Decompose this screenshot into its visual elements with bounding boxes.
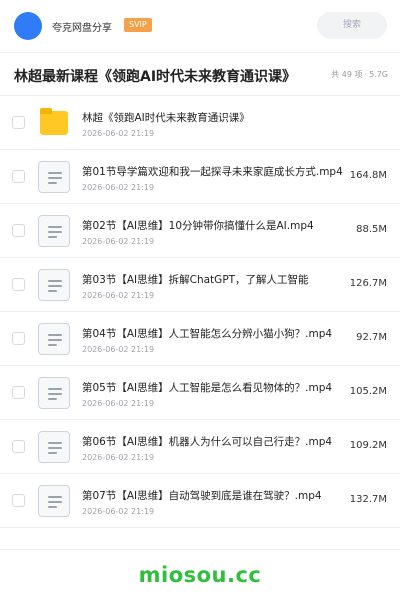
row-checkbox[interactable]	[12, 440, 25, 453]
video-file-icon	[38, 485, 70, 517]
row-checkbox[interactable]	[12, 224, 25, 237]
svip-badge: SVIP	[124, 18, 152, 32]
user-avatar[interactable]	[14, 12, 42, 40]
file-name[interactable]: 第07节【AI思维】自动驾驶到底是谁在驾驶？.mp4	[82, 488, 350, 503]
file-row[interactable]: 第05节【AI思维】人工智能是怎么看见物体的？.mp4 2026-06-02 21…	[0, 366, 400, 420]
meta-separator: ·	[364, 70, 368, 79]
file-name[interactable]: 第03节【AI思维】拆解ChatGPT，了解人工智能	[82, 272, 350, 287]
file-size: 164.8M	[349, 170, 387, 181]
item-count: 共 49 项	[331, 70, 363, 79]
row-divider	[0, 527, 400, 528]
file-row[interactable]: 第02节【AI思维】10分钟带你搞懂什么是AI.mp4 2026-06-02 21…	[0, 204, 400, 258]
video-file-icon	[38, 269, 70, 301]
file-size: 126.7M	[349, 278, 387, 289]
video-file-icon	[38, 215, 70, 247]
file-row[interactable]: 第03节【AI思维】拆解ChatGPT，了解人工智能 2026-06-02 21:…	[0, 258, 400, 312]
file-name[interactable]: 第04节【AI思维】人工智能怎么分辨小猫小狗？.mp4	[82, 326, 350, 341]
video-file-icon	[38, 161, 70, 193]
row-checkbox[interactable]	[12, 332, 25, 345]
file-size: 109.2M	[349, 440, 387, 451]
file-size: 105.2M	[349, 386, 387, 397]
row-checkbox[interactable]	[12, 494, 25, 507]
file-size: 88.5M	[356, 224, 387, 235]
file-row[interactable]: 第01节导学篇欢迎和我一起探寻未来家庭成长方式.mp4 2026-06-02 21…	[0, 150, 400, 204]
share-username: 夸克网盘分享	[52, 23, 112, 34]
file-row[interactable]: 第06节【AI思维】机器人为什么可以自己行走？.mp4 2026-06-02 21…	[0, 420, 400, 474]
file-name[interactable]: 第02节【AI思维】10分钟带你搞懂什么是AI.mp4	[82, 218, 350, 233]
share-header: 林超最新课程《领跑AI时代未来教育通识课》 共 49 项 · 5.7G	[0, 58, 400, 94]
file-date: 2026-06-02 21:19	[82, 453, 155, 462]
file-name[interactable]: 第01节导学篇欢迎和我一起探寻未来家庭成长方式.mp4	[82, 164, 350, 179]
row-checkbox[interactable]	[12, 170, 25, 183]
total-size: 5.7G	[369, 70, 388, 79]
video-file-icon	[38, 323, 70, 355]
file-date: 2026-06-02 21:19	[82, 129, 155, 138]
file-name[interactable]: 第05节【AI思维】人工智能是怎么看见物体的？.mp4	[82, 380, 350, 395]
file-date: 2026-06-02 21:19	[82, 345, 155, 354]
row-checkbox[interactable]	[12, 116, 25, 129]
share-title: 林超最新课程《领跑AI时代未来教育通识课》	[14, 69, 297, 85]
file-date: 2026-06-02 21:19	[82, 183, 155, 192]
file-date: 2026-06-02 21:19	[82, 291, 155, 300]
top-bar: 夸克网盘分享 SVIP 搜索	[0, 0, 400, 52]
file-size: 92.7M	[356, 332, 387, 343]
file-date: 2026-06-02 21:19	[82, 399, 155, 408]
footer-divider	[0, 549, 400, 550]
top-divider	[0, 52, 400, 53]
folder-row[interactable]: 林超《领跑AI时代未来教育通识课》 2026-06-02 21:19	[0, 96, 400, 150]
watermark-text: miosou.cc	[138, 563, 262, 587]
video-file-icon	[38, 377, 70, 409]
file-date: 2026-06-02 21:19	[82, 507, 155, 516]
row-checkbox[interactable]	[12, 386, 25, 399]
file-date: 2026-06-02 21:19	[82, 237, 155, 246]
share-meta: 共 49 项 · 5.7G	[329, 69, 388, 80]
folder-icon	[38, 107, 70, 139]
file-row[interactable]: 第07节【AI思维】自动驾驶到底是谁在驾驶？.mp4 2026-06-02 21:…	[0, 474, 400, 528]
search-box[interactable]: 搜索	[317, 12, 387, 39]
row-checkbox[interactable]	[12, 278, 25, 291]
file-row[interactable]: 第04节【AI思维】人工智能怎么分辨小猫小狗？.mp4 2026-06-02 21…	[0, 312, 400, 366]
file-size: 132.7M	[349, 494, 387, 505]
video-file-icon	[38, 431, 70, 463]
file-name[interactable]: 第06节【AI思维】机器人为什么可以自己行走？.mp4	[82, 434, 350, 449]
file-name[interactable]: 林超《领跑AI时代未来教育通识课》	[82, 110, 382, 125]
